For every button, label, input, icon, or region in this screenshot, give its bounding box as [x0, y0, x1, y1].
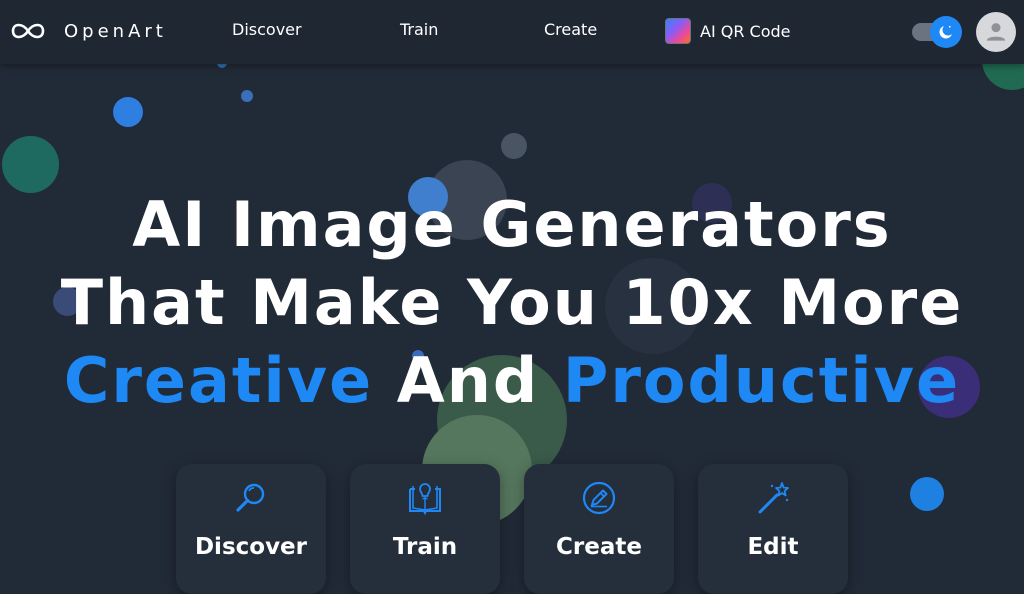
- nav-train[interactable]: Train: [400, 20, 438, 39]
- nav-create[interactable]: Create: [544, 20, 597, 39]
- qr-code-thumbnail-icon: [665, 18, 691, 44]
- hero-accent-productive: Productive: [562, 344, 961, 417]
- book-lightbulb-icon: [409, 483, 441, 516]
- nav-ai-qr-code[interactable]: AI QR Code: [665, 18, 791, 44]
- nav-ai-qr-code-label: AI QR Code: [700, 21, 791, 41]
- nav-discover[interactable]: Discover: [232, 20, 302, 39]
- card-discover-label: Discover: [194, 534, 308, 560]
- card-train[interactable]: Train: [350, 464, 500, 594]
- hero-line-2: That Make You 10x More: [60, 266, 964, 339]
- card-train-label: Train: [392, 534, 458, 560]
- search-icon: [236, 483, 265, 512]
- bubble: [501, 133, 527, 159]
- hero-accent-creative: Creative: [63, 344, 374, 417]
- brand-name: OpenArt: [64, 20, 167, 42]
- card-edit[interactable]: Edit: [698, 464, 848, 594]
- hero-headline: AI Image Generators That Make You 10x Mo…: [0, 186, 1024, 420]
- person-icon: [986, 23, 1006, 41]
- hero-word-and: And: [396, 344, 540, 417]
- card-edit-label: Edit: [747, 534, 799, 560]
- bubble: [241, 90, 253, 102]
- card-create-label: Create: [556, 534, 642, 560]
- bubble: [2, 136, 59, 193]
- pencil-icon: [582, 481, 616, 515]
- magic-wand-icon: [758, 482, 789, 514]
- moon-icon: [939, 25, 952, 39]
- card-discover[interactable]: Discover: [176, 464, 326, 594]
- hero-line-3: Creative And Productive: [0, 342, 1024, 420]
- bubble: [910, 477, 944, 511]
- infinity-logo-icon: [11, 23, 45, 39]
- user-avatar[interactable]: [976, 12, 1016, 52]
- hero-line-1: AI Image Generators: [132, 188, 892, 261]
- card-create[interactable]: Create: [524, 464, 674, 594]
- theme-toggle[interactable]: [912, 16, 962, 48]
- top-nav-bar: OpenArt Discover Train Create AI QR Code: [0, 0, 1024, 64]
- toggle-knob: [930, 16, 962, 48]
- bubble: [113, 97, 143, 127]
- brand-logo[interactable]: OpenArt: [10, 20, 167, 42]
